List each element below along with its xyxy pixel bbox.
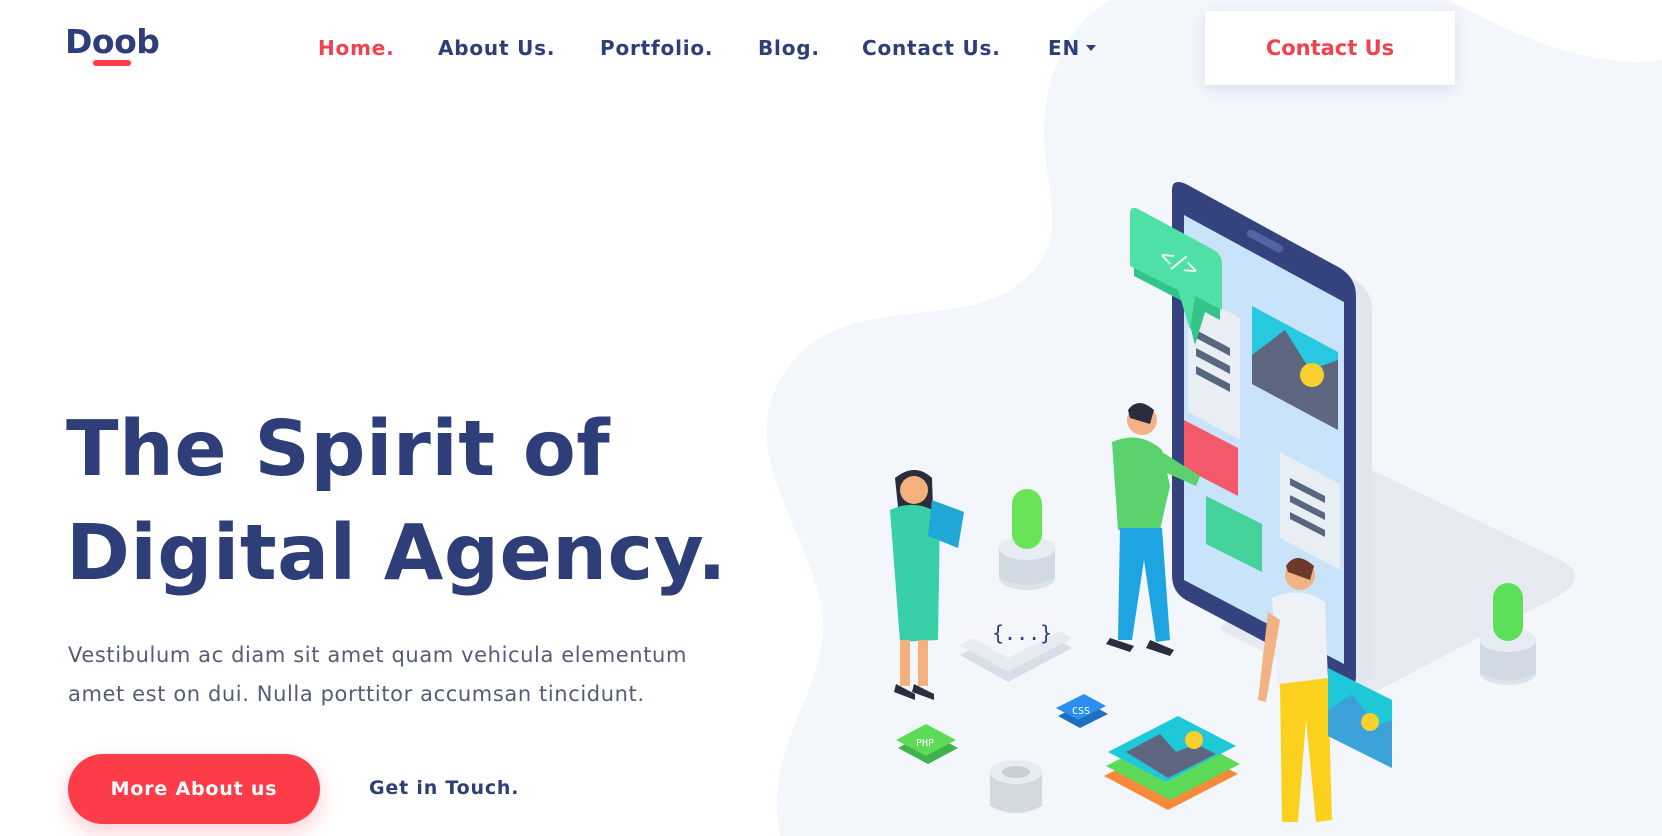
- hero-title-line-2: Digital Agency.: [66, 509, 728, 598]
- nav-item-about-us[interactable]: About Us.: [438, 36, 555, 60]
- braces-text: {...}: [992, 621, 1052, 645]
- hero-description: Vestibulum ac diam sit amet quam vehicul…: [68, 636, 748, 714]
- hero-title-line-1: The Spirit of: [66, 405, 611, 494]
- php-tag-text: PHP: [916, 738, 934, 749]
- hero-title: The Spirit of Digital Agency.: [66, 398, 727, 606]
- brand-logo[interactable]: Doob: [65, 22, 160, 61]
- braces-stack-illustration: {...}: [960, 600, 1072, 682]
- woman-illustration: [890, 470, 964, 700]
- hero-description-line-1: Vestibulum ac diam sit amet quam vehicul…: [68, 643, 687, 667]
- language-selected: EN: [1048, 36, 1081, 60]
- header-contact-button[interactable]: Contact Us: [1205, 11, 1455, 85]
- hero-description-line-2: amet est on dui. Nulla porttitor accumsa…: [68, 682, 645, 706]
- nav-item-portfolio[interactable]: Portfolio.: [600, 36, 713, 60]
- language-dropdown[interactable]: EN: [1048, 36, 1097, 60]
- more-about-us-button[interactable]: More About us: [68, 754, 320, 824]
- logo-underline-accent: [93, 60, 131, 66]
- cactus-left-illustration: [999, 489, 1055, 590]
- php-tag-illustration: PHP: [896, 724, 958, 764]
- nav-item-blog[interactable]: Blog.: [758, 36, 820, 60]
- css-tag-illustration: CSS: [1056, 694, 1108, 728]
- nav-item-contact-us[interactable]: Contact Us.: [862, 36, 1001, 60]
- nav-item-home[interactable]: Home.: [318, 36, 394, 60]
- cylinder-illustration: [990, 760, 1042, 813]
- caret-down-icon: [1086, 45, 1097, 51]
- image-stack-illustration: [1104, 716, 1240, 810]
- get-in-touch-link[interactable]: Get in Touch.: [369, 777, 519, 799]
- css-tag-text: CSS: [1072, 706, 1090, 717]
